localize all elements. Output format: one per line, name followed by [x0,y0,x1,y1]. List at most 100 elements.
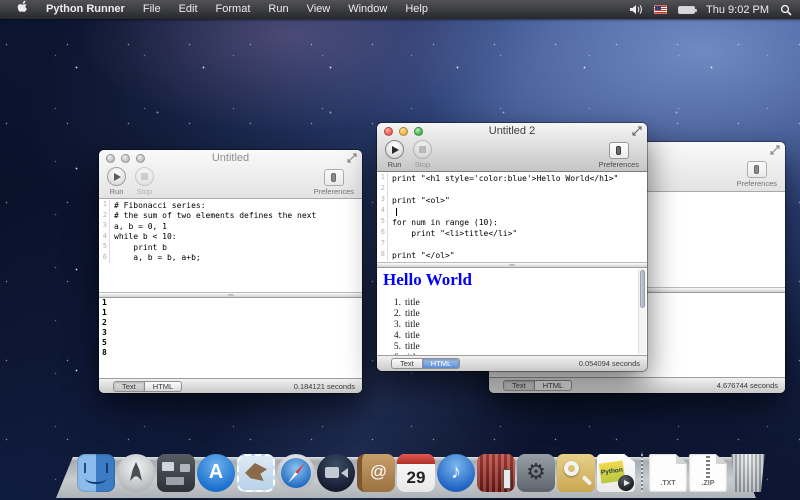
rendered-list-item: 3.title [383,320,641,331]
preferences-icon [324,169,344,186]
output-line: 5 [99,338,362,348]
output-line: 3 [99,328,362,338]
titlebar[interactable]: Untitled [99,150,362,166]
address-book-icon[interactable]: @ [357,454,395,492]
menu-file[interactable]: File [134,0,170,19]
window-untitled-2: Untitled 2 Run Stop Preferences 1prin [377,123,647,371]
minimize-button[interactable] [399,127,408,136]
preferences-button[interactable]: Preferences [599,140,639,169]
python-runner-icon[interactable]: Python [597,454,635,492]
facetime-icon[interactable] [317,454,355,492]
code-line: 6 a, b = b, a+b; [99,253,362,264]
execution-time: 0.054094 seconds [579,359,640,368]
menu-help[interactable]: Help [396,0,437,19]
menu-run[interactable]: Run [259,0,297,19]
fullscreen-icon[interactable] [347,153,357,163]
toolbar: Run Stop Preferences [377,139,647,171]
toolbar: Run Stop Preferences [99,166,362,198]
code-line: 5 print b [99,242,362,253]
run-button[interactable]: Run [385,140,404,169]
menu-view[interactable]: View [298,0,340,19]
fullscreen-icon[interactable] [632,126,642,136]
stop-button[interactable]: Stop [135,167,154,196]
menu-format[interactable]: Format [207,0,260,19]
code-line: 6 print "<li>title</li>" [377,228,647,239]
close-button[interactable] [384,127,393,136]
fullscreen-icon[interactable] [770,145,780,155]
code-line: 3print "<ol>" [377,195,647,206]
spotlight-icon[interactable] [780,4,792,16]
scrollbar[interactable] [638,269,646,354]
titlebar[interactable]: Untitled 2 [377,123,647,139]
camera-icon [325,467,339,478]
menu-window[interactable]: Window [339,0,396,19]
zoom-button[interactable] [136,154,145,163]
menu-bar: Python Runner File Edit Format Run View … [0,0,800,19]
code-line: 2 [377,184,647,195]
text-mode-button[interactable]: Text [114,382,144,391]
zip-document-icon[interactable]: .ZIP [689,454,727,492]
dock-divider [641,452,643,492]
output-line: 2 [99,318,362,328]
txt-document-icon[interactable]: .TXT [649,454,687,492]
text-cursor [396,208,397,216]
rocket-icon [130,462,142,482]
preferences-button[interactable]: Preferences [737,159,777,188]
trash-icon[interactable] [729,454,767,492]
code-editor[interactable]: 1# Fibonacci series: 2# the sum of two e… [99,199,362,292]
html-output-pane[interactable]: Hello World 1.title 2.title 3.title 4.ti… [377,268,647,355]
window-untitled: Untitled Run Stop Preferences 1# Fibo [99,150,362,393]
menu-edit[interactable]: Edit [170,0,207,19]
stop-icon [135,167,154,186]
system-preferences-icon[interactable]: ⚙ [517,454,555,492]
html-mode-button[interactable]: HTML [144,382,181,391]
close-button[interactable] [106,154,115,163]
output-mode-toggle: Text HTML [113,381,182,392]
scrollbar-thumb[interactable] [640,270,645,308]
status-bar: Text HTML 0.054094 seconds [377,355,647,371]
rendered-list-item: 2.title [383,309,641,320]
output-pane[interactable]: 1 1 2 3 5 8 [99,298,362,378]
html-mode-button[interactable]: HTML [534,381,571,390]
code-line: 7 [377,239,647,250]
mission-control-icon[interactable] [157,454,195,492]
preferences-button[interactable]: Preferences [314,167,354,196]
text-mode-button[interactable]: Text [392,359,422,368]
battery-icon[interactable] [678,6,695,14]
output-mode-toggle: Text HTML [391,358,460,369]
volume-icon[interactable] [629,4,643,15]
code-editor[interactable]: 1print "<h1 style='color:blue'>Hello Wor… [377,172,647,262]
safari-icon[interactable] [277,454,315,492]
app-store-icon[interactable]: A [197,454,235,492]
stop-button[interactable]: Stop [413,140,432,169]
play-icon [385,140,404,159]
apple-menu[interactable] [8,0,37,20]
output-line: 1 [99,298,362,308]
execution-time: 4.676744 seconds [717,381,778,390]
stamp-bird-icon [245,463,267,481]
run-button[interactable]: Run [107,167,126,196]
mail-icon[interactable] [237,454,275,492]
output-mode-toggle: Text HTML [503,380,572,391]
photo-booth-icon[interactable] [477,454,515,492]
calendar-icon[interactable]: 29 [397,454,435,492]
itunes-icon[interactable]: ♪ [437,454,475,492]
menu-clock[interactable]: Thu 9:02 PM [706,4,769,16]
preferences-icon [609,142,629,159]
splitter-grip-icon [509,264,515,267]
launchpad-icon[interactable] [117,454,155,492]
search-app-icon[interactable] [557,454,595,492]
html-mode-button[interactable]: HTML [422,359,459,368]
zoom-button[interactable] [414,127,423,136]
rendered-list-item: 5.title [383,342,641,353]
menu-app-name[interactable]: Python Runner [37,0,134,19]
text-mode-button[interactable]: Text [504,381,534,390]
input-language-flag-icon[interactable] [654,5,667,14]
play-badge-icon [618,475,634,491]
minimize-button[interactable] [121,154,130,163]
finder-icon[interactable] [77,454,115,492]
apple-icon [17,0,28,13]
code-line: 1print "<h1 style='color:blue'>Hello Wor… [377,173,647,184]
desktop: Python Runner File Edit Format Run View … [0,0,800,500]
rendered-heading: Hello World [383,269,641,291]
